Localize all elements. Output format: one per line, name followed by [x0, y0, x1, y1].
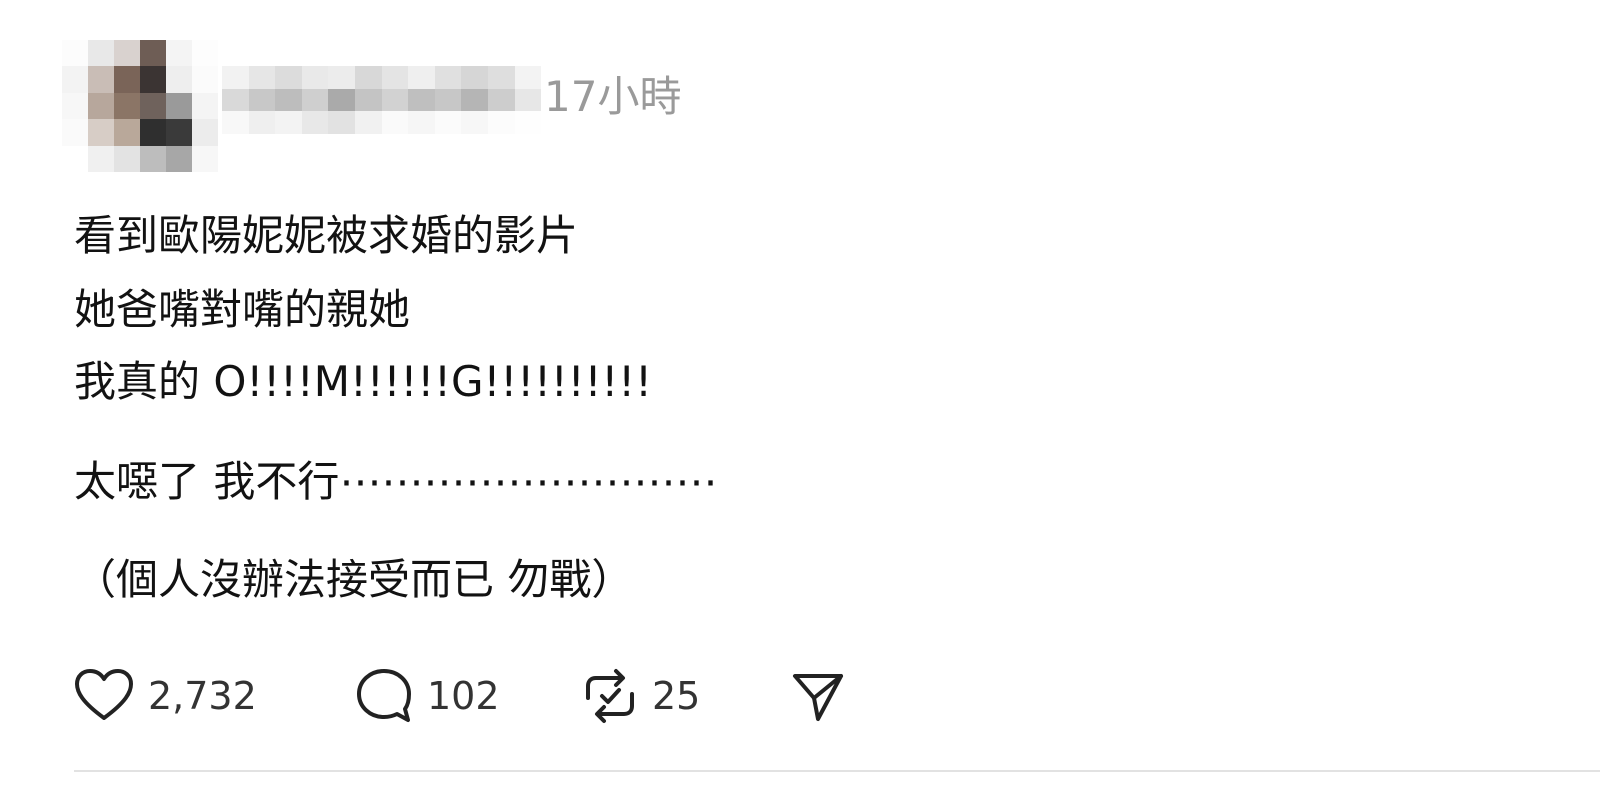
avatar[interactable] — [62, 40, 218, 172]
repost-count: 25 — [652, 674, 701, 718]
heart-icon — [75, 669, 133, 720]
like-button[interactable]: 2,732 — [74, 666, 257, 726]
like-count: 2,732 — [148, 674, 257, 718]
post-text-line: 太噁了 我不行⋯⋯⋯⋯⋯⋯⋯⋯⋯ — [74, 457, 718, 506]
post-text-line: 看到歐陽妮妮被求婚的影片 — [74, 211, 579, 260]
post-card: 17小時 看到歐陽妮妮被求婚的影片 她爸嘴對嘴的親她 我真的 O!!!!M!!!… — [0, 0, 1600, 794]
comment-count: 102 — [427, 674, 500, 718]
post-text-line: （個人沒辦法接受而已 勿戰） — [74, 555, 634, 604]
comment-button[interactable]: 102 — [355, 666, 500, 726]
username[interactable] — [222, 66, 542, 134]
divider — [74, 770, 1600, 772]
send-icon — [793, 674, 843, 721]
post-text-line: 她爸嘴對嘴的親她 — [74, 285, 411, 334]
repost-icon — [586, 669, 634, 723]
repost-button[interactable]: 25 — [582, 666, 700, 726]
post-text-line: 我真的 O!!!!M!!!!!!G!!!!!!!!!! — [74, 357, 652, 406]
share-button[interactable] — [790, 666, 846, 726]
post-timestamp[interactable]: 17小時 — [544, 72, 681, 122]
speech-bubble-icon — [357, 669, 411, 722]
